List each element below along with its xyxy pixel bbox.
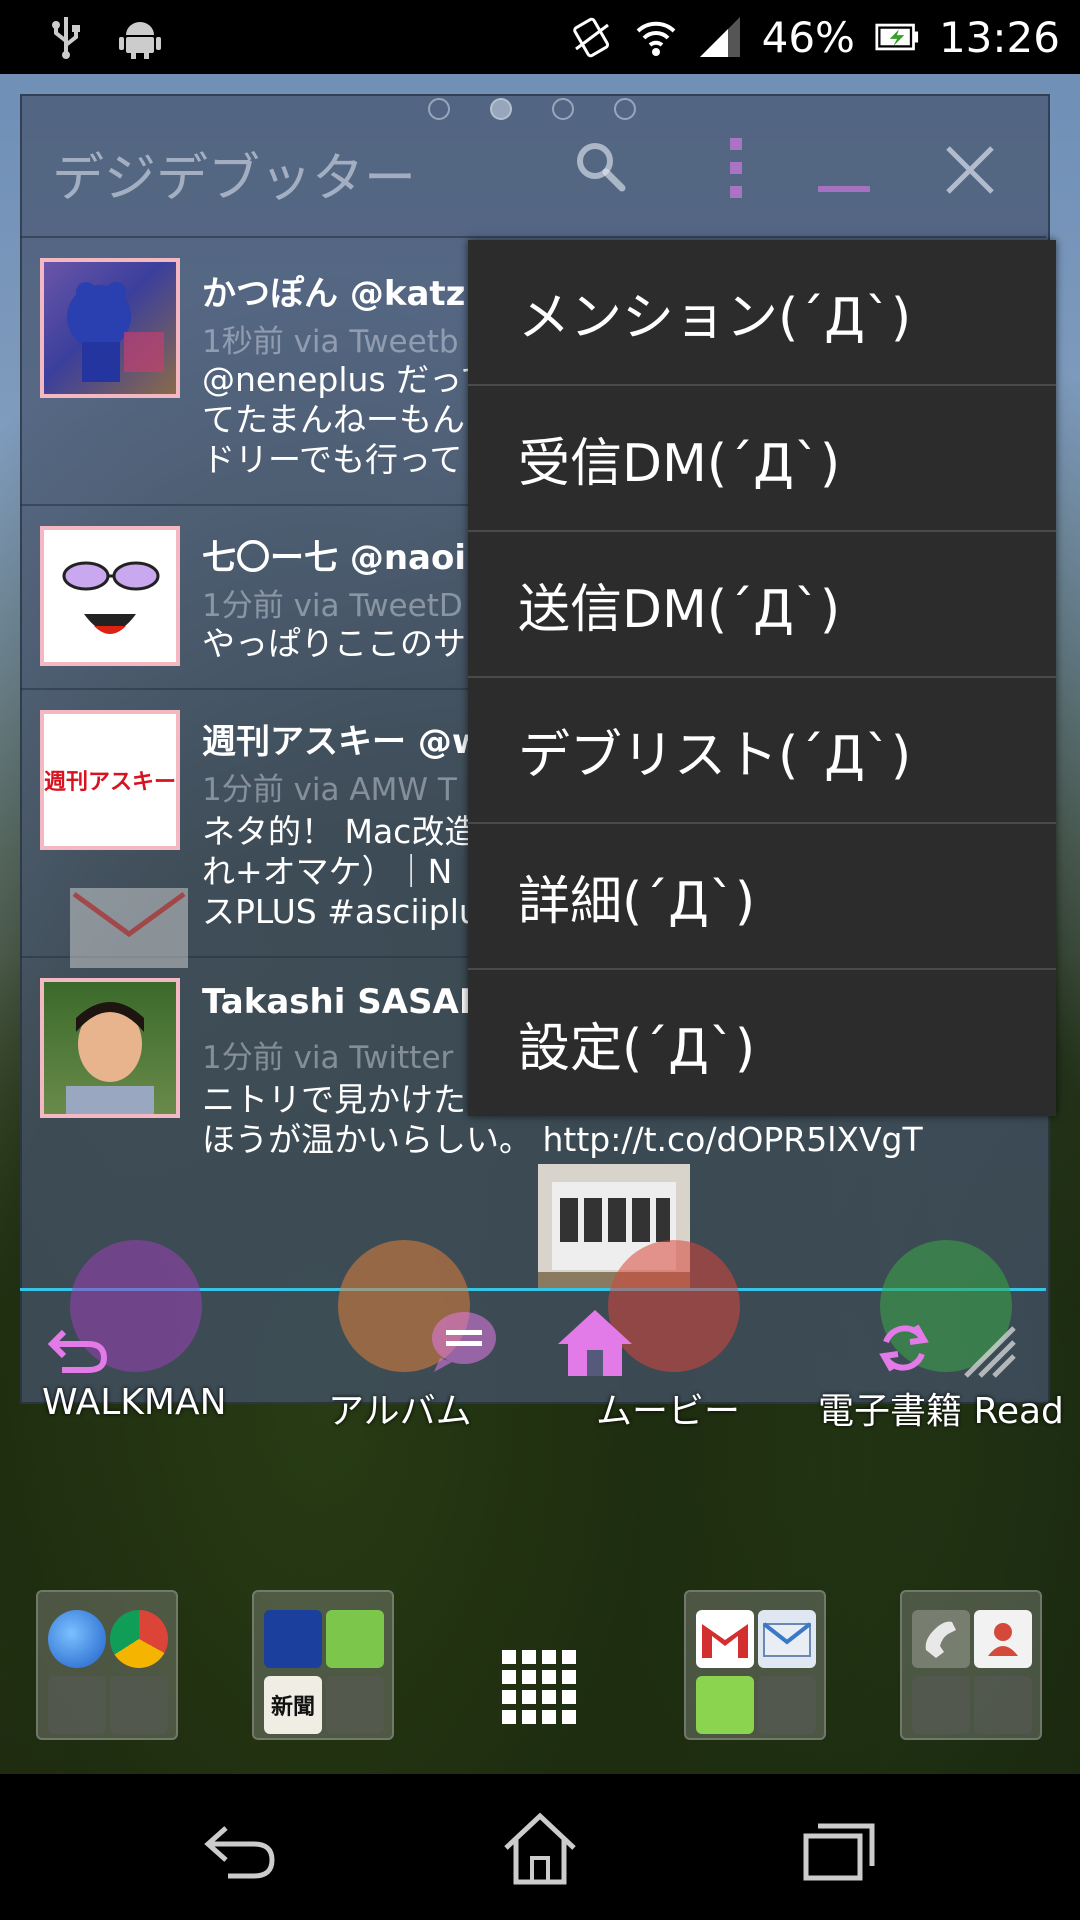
gmail-icon [696, 1610, 754, 1668]
menu-item-mentions[interactable]: メンション(´Д`) [468, 240, 1056, 386]
menu-item-sent-dm[interactable]: 送信DM(´Д`) [468, 532, 1056, 678]
tweet-text: やっぱりここのサ [202, 624, 466, 663]
tweet-meta: 1秒前 via Tweetb [202, 324, 459, 360]
menu-item-details[interactable]: 詳細(´Д`) [468, 824, 1056, 970]
back-arrow-icon[interactable] [47, 1320, 108, 1380]
avatar[interactable] [40, 258, 180, 398]
usb-icon [44, 15, 88, 59]
avatar[interactable] [40, 978, 180, 1118]
tweet-author: 七〇ー七 @naoir [202, 538, 483, 578]
status-bar: 46% 13:26 [0, 0, 1080, 74]
app-folder[interactable] [900, 1590, 1042, 1740]
app-label-walkman: WALKMAN [42, 1382, 227, 1423]
weathernews-icon [264, 1610, 322, 1668]
overflow-menu: メンション(´Д`) 受信DM(´Д`) 送信DM(´Д`) デブリスト(´Д`… [468, 240, 1056, 1116]
battery-percent: 46% [761, 12, 855, 62]
menu-item-settings[interactable]: 設定(´Д`) [468, 970, 1056, 1116]
battery-charging-icon [875, 15, 919, 59]
menu-dots-icon[interactable] [726, 136, 746, 200]
avatar[interactable] [40, 526, 180, 666]
phone-icon [912, 1610, 970, 1668]
refresh-icon[interactable] [874, 1318, 934, 1382]
empty-slot [326, 1676, 384, 1734]
empty-slot [974, 1676, 1032, 1734]
app-folder[interactable] [36, 1590, 178, 1740]
page-dot[interactable] [614, 98, 636, 120]
tweet-author: 週刊アスキー @w [202, 722, 484, 762]
close-icon[interactable] [944, 144, 996, 196]
home-icon[interactable] [498, 1806, 582, 1890]
app-label-reader: 電子書籍 Read [818, 1391, 1064, 1432]
search-icon[interactable] [572, 138, 628, 194]
line-stamp-icon [696, 1676, 754, 1734]
globe-browser-icon [48, 1610, 106, 1668]
android-debug-icon [118, 15, 162, 59]
tweet-meta: 1分前 via TweetD [202, 588, 463, 624]
tweet-text: @neneplus だって てたまんねーもん ドリーでも行って [202, 360, 494, 479]
app-label-movies: ムービー [596, 1391, 741, 1432]
reply-icon[interactable] [426, 1308, 498, 1378]
email-icon [758, 1610, 816, 1668]
back-icon[interactable] [198, 1806, 282, 1890]
tweet-meta: 1分前 via Twitter [202, 1040, 454, 1076]
empty-slot [110, 1676, 168, 1734]
app-label-album: アルバム [328, 1391, 472, 1432]
wifi-icon [634, 15, 678, 59]
tweet-author: Takashi SASAKI [202, 982, 498, 1022]
app-folder[interactable]: 新聞 [252, 1590, 394, 1740]
page-indicator [428, 98, 636, 120]
page-dot[interactable] [552, 98, 574, 120]
contacts-icon [974, 1610, 1032, 1668]
chrome-icon [110, 1610, 168, 1668]
line-icon [326, 1610, 384, 1668]
menu-item-received-dm[interactable]: 受信DM(´Д`) [468, 386, 1056, 532]
empty-slot [758, 1676, 816, 1734]
tweet-meta: 1分前 via AMW T [202, 772, 457, 808]
clock: 13:26 [938, 12, 1060, 62]
mail-widget-fragment [70, 888, 188, 968]
resize-handle-icon[interactable] [962, 1324, 1018, 1384]
newspaper-app-icon: 新聞 [264, 1676, 322, 1734]
navigation-bar [0, 1774, 1080, 1920]
tweet-author: かつぽん @katzl [202, 274, 478, 314]
app-folder[interactable] [684, 1590, 826, 1740]
minimize-icon[interactable] [818, 186, 870, 192]
menu-item-deblist[interactable]: デブリスト(´Д`) [468, 678, 1056, 824]
page-dot[interactable] [428, 98, 450, 120]
page-dot-active[interactable] [490, 98, 512, 120]
widget-title: デジデブッター [52, 149, 417, 209]
signal-icon [698, 15, 742, 59]
empty-slot [48, 1676, 106, 1734]
apps-grid-icon[interactable] [502, 1650, 576, 1724]
no-sim-icon [570, 15, 614, 59]
avatar[interactable]: 週刊アスキー [40, 710, 180, 850]
empty-slot [912, 1676, 970, 1734]
recent-apps-icon[interactable] [798, 1806, 882, 1890]
tweet-text: ネタ的！ Mac改造 れ+オマケ）｜N スPLUS #asciiplu [202, 812, 480, 931]
home-icon[interactable] [554, 1306, 636, 1382]
